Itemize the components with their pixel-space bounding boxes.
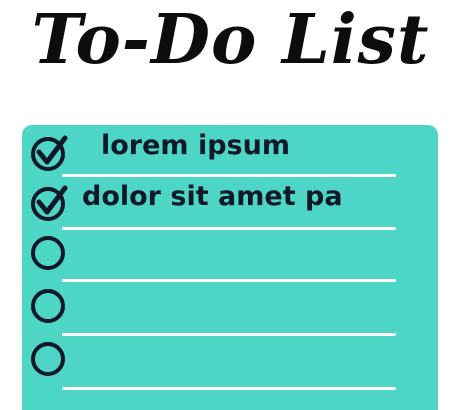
todo-item-label: lorem ipsum — [101, 130, 290, 161]
todo-item — [0, 341, 461, 395]
todo-item — [0, 235, 461, 289]
todo-item-label: dolor sit amet pa — [82, 181, 343, 212]
checkbox-empty-icon[interactable] — [28, 288, 68, 328]
checkbox-empty-icon[interactable] — [28, 235, 68, 275]
checkbox-checked-icon[interactable] — [28, 182, 68, 222]
todo-item: dolor sit amet pa — [0, 182, 461, 236]
todo-page: To-Do List lorem ipsum dolor sit amet pa — [0, 0, 461, 410]
todo-item-line — [62, 333, 396, 336]
checkbox-empty-icon[interactable] — [28, 341, 68, 381]
page-title: To-Do List — [31, 0, 430, 80]
todo-item — [0, 288, 461, 342]
todo-item-line — [62, 387, 396, 390]
todo-item-line — [62, 279, 396, 282]
todo-item-line — [62, 174, 396, 177]
checkbox-checked-icon[interactable] — [28, 132, 68, 172]
todo-item-line — [62, 227, 396, 230]
todo-item: lorem ipsum — [0, 128, 461, 182]
